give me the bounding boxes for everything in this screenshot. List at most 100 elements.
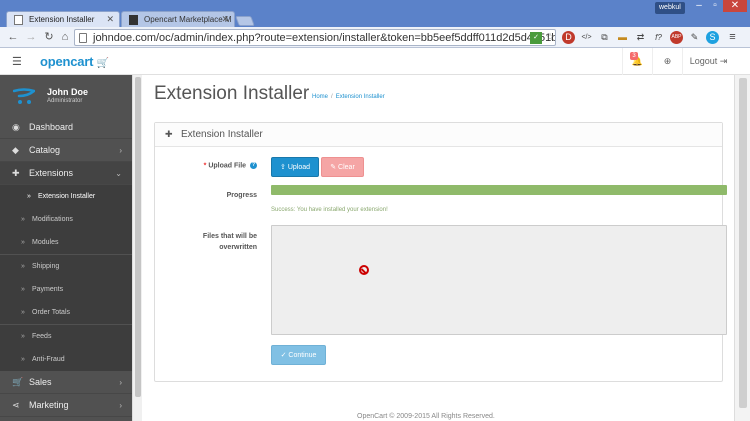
sidebar-item-label: Extensions (29, 168, 74, 178)
clear-button[interactable]: ✎ Clear (321, 157, 364, 177)
sidebar-subitem-extension-installer[interactable]: » Extension Installer (0, 185, 132, 208)
back-icon[interactable]: ← (6, 30, 20, 44)
continue-button[interactable]: ✓ Continue (271, 345, 326, 365)
sidebar-subitem-order-totals[interactable]: » Order Totals (0, 301, 132, 324)
chrome-menu-icon[interactable]: ≡ (726, 31, 739, 44)
maximize-icon[interactable]: ▫ (707, 0, 723, 12)
page-icon (79, 33, 87, 43)
sidebar-item-extensions[interactable]: ✚ Extensions ⌄ (0, 162, 132, 185)
breadcrumb-home[interactable]: Home (312, 94, 328, 100)
logout-button[interactable]: Logout ⇥ (682, 48, 734, 75)
sidebar-subitem-feeds[interactable]: » Feeds (0, 325, 132, 348)
sidebar-subitem-anti-fraud[interactable]: » Anti-Fraud (0, 348, 132, 371)
lifebuoy-icon: ⊕ (663, 56, 672, 66)
tab-extension-installer[interactable]: Extension Installer ✕ (6, 11, 120, 28)
footer-text: OpenCart © 2009-2015 All Rights Reserved… (357, 413, 495, 420)
help-icon[interactable]: ? (250, 162, 257, 169)
breadcrumb: Home / Extension Installer (312, 94, 385, 100)
chevron-right-icon: › (119, 378, 122, 387)
crop-icon[interactable]: ⧉ (598, 31, 611, 44)
sidebar-item-dashboard[interactable]: ◉ Dashboard (0, 116, 132, 139)
home-icon[interactable]: ⌂ (58, 30, 72, 44)
upload-label-text: Upload File (208, 162, 247, 170)
puzzle-icon: ✚ (12, 168, 20, 178)
opencart-logo[interactable]: opencart 🛒 (40, 54, 109, 69)
clear-button-label: Clear (338, 164, 355, 171)
sidebar-subitem-label: Modifications (32, 216, 73, 223)
page-scrollbar-thumb[interactable] (739, 78, 747, 408)
logout-icon: ⇥ (719, 56, 728, 66)
sync-icon[interactable]: ⇄ (634, 31, 647, 44)
sidebar-item-label: Catalog (29, 145, 61, 155)
installer-panel: ✚ Extension Installer * Upload File ? ⇪ … (154, 122, 727, 382)
skype-icon[interactable]: S (706, 31, 719, 44)
overwrite-label-line1: Files that will be (202, 233, 257, 240)
breadcrumb-current[interactable]: Extension Installer (336, 94, 385, 100)
sidebar-item-sales[interactable]: 🛒 Sales › (0, 371, 132, 394)
double-chevron-icon: » (27, 193, 31, 200)
sidebar-subitem-modifications[interactable]: » Modifications (0, 208, 132, 231)
double-chevron-icon: » (21, 333, 25, 340)
sidebar-subitem-shipping[interactable]: » Shipping (0, 255, 132, 278)
code-icon[interactable]: </> (580, 31, 593, 44)
user-profile: John Doe Administrator (0, 75, 132, 115)
formula-icon[interactable]: f? (652, 31, 665, 44)
notification-badge: 3 (630, 52, 638, 60)
double-chevron-icon: » (21, 239, 25, 246)
pen-icon[interactable]: ✎ (688, 31, 701, 44)
upload-button[interactable]: ⇪ Upload (271, 157, 319, 177)
menu-toggle-icon[interactable]: ☰ (12, 55, 22, 68)
address-bar[interactable]: johndoe.com/oc/admin/index.php?route=ext… (74, 29, 556, 46)
sidebar-item-catalog[interactable]: ◆ Catalog › (0, 139, 132, 162)
double-chevron-icon: » (21, 263, 25, 270)
puzzle-icon: ✚ (165, 129, 173, 139)
folder-icon[interactable]: ▬ (616, 31, 629, 44)
close-icon[interactable]: ✕ (221, 14, 229, 25)
logo-text: opencart (40, 54, 94, 69)
tab-label: Opencart Marketplace M (144, 15, 232, 24)
check-icon: ✓ (280, 352, 287, 359)
window-close-icon[interactable]: ✕ (723, 0, 747, 12)
tab-strip: Extension Installer ✕ Opencart Marketpla… (0, 0, 750, 28)
progress-label: Progress (226, 192, 257, 199)
user-name: John Doe (47, 87, 89, 97)
help-button[interactable]: ⊕ (652, 48, 682, 75)
close-icon[interactable]: ✕ (106, 14, 114, 25)
chevron-down-icon: ⌄ (115, 169, 122, 178)
overwrite-textarea[interactable] (271, 225, 727, 335)
url-text[interactable]: johndoe.com/oc/admin/index.php?route=ext… (93, 31, 555, 45)
adblock-icon[interactable]: ABP (670, 31, 683, 44)
sidebar-scrollbar-thumb[interactable] (135, 77, 141, 397)
extension-icon[interactable]: ✓ (530, 32, 542, 44)
main-content: Extension Installer Home / Extension Insta… (142, 75, 734, 421)
sidebar-subitem-modules[interactable]: » Modules (0, 231, 132, 254)
panel-heading: ✚ Extension Installer (155, 123, 722, 147)
sidebar-item-marketing[interactable]: ⋖ Marketing › (0, 394, 132, 417)
browser-chrome: Extension Installer ✕ Opencart Marketpla… (0, 0, 750, 48)
d-extension-icon[interactable]: D (562, 31, 575, 44)
page-scrollbar[interactable] (734, 75, 750, 421)
reload-icon[interactable]: ↻ (42, 30, 56, 44)
forward-icon[interactable]: → (24, 30, 38, 44)
bookmark-star-icon[interactable]: ☆ (544, 32, 555, 44)
profile-badge[interactable]: webkul (655, 2, 685, 14)
overwrite-label: Files that will be overwritten (175, 231, 257, 253)
tab-opencart-marketplace[interactable]: Opencart Marketplace M ✕ (121, 11, 235, 28)
browser-toolbar: ← → ↻ ⌂ johndoe.com/oc/admin/index.php?r… (0, 27, 750, 48)
sidebar-scrollbar[interactable] (132, 75, 142, 421)
overwrite-label-line2: overwritten (219, 244, 257, 251)
not-allowed-cursor-icon (359, 265, 369, 275)
double-chevron-icon: » (21, 286, 25, 293)
minimize-icon[interactable]: – (691, 0, 707, 12)
opencart-icon (129, 15, 138, 25)
user-role: Administrator (47, 98, 83, 104)
sidebar-subitem-payments[interactable]: » Payments (0, 278, 132, 301)
upload-button-label: Upload (287, 164, 310, 171)
tag-icon: ◆ (12, 145, 19, 155)
sidebar-subitem-label: Order Totals (32, 309, 70, 316)
sidebar-subitem-label: Feeds (32, 333, 52, 340)
upload-file-label: * Upload File ? (175, 162, 257, 169)
success-message: Success: You have installed your extensi… (271, 207, 388, 213)
new-tab-button[interactable] (235, 16, 255, 26)
sidebar-subitem-label: Extension Installer (38, 193, 96, 200)
